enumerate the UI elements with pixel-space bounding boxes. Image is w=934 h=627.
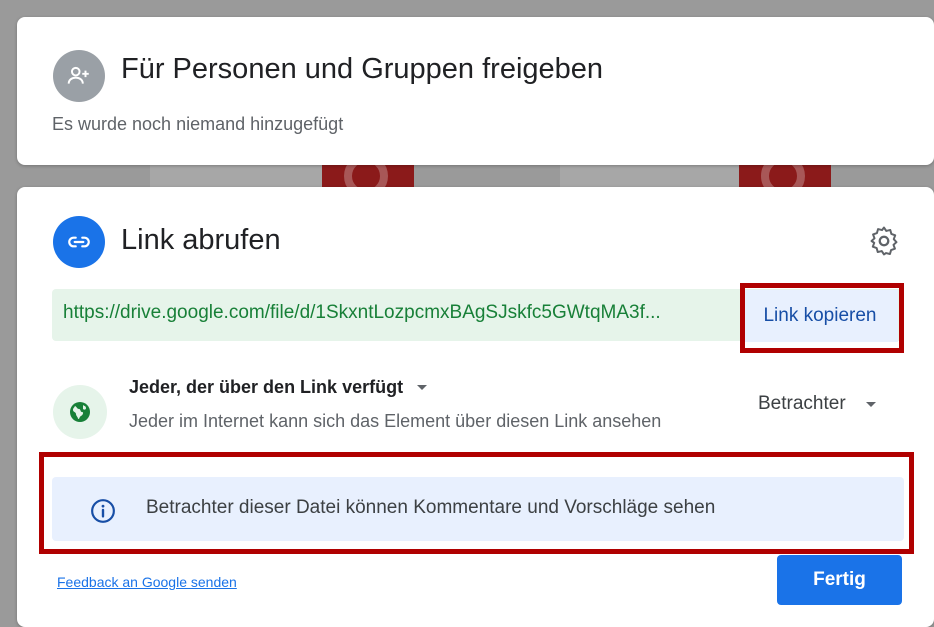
link-icon xyxy=(53,216,105,268)
globe-icon xyxy=(53,385,107,439)
gear-icon[interactable] xyxy=(867,224,901,258)
done-button[interactable]: Fertig xyxy=(777,555,902,605)
share-subtitle: Es wurde noch niemand hinzugefügt xyxy=(52,114,344,134)
info-icon xyxy=(91,499,115,523)
link-access-label: Jeder, der über den Link verfügt xyxy=(129,377,404,397)
link-access-description: Jeder im Internet kann sich das Element … xyxy=(129,411,662,431)
share-people-card[interactable]: Für Personen und Gruppen freigeben Es wu… xyxy=(17,17,934,165)
role-label: Betrachter xyxy=(758,393,846,414)
share-title: Für Personen und Gruppen freigeben xyxy=(121,53,604,85)
info-banner: Betrachter dieser Datei können Kommentar… xyxy=(52,477,904,541)
get-link-card: Link abrufen https://drive.google.com/fi… xyxy=(17,187,934,627)
link-access-dropdown[interactable]: Jeder, der über den Link verfügt xyxy=(129,377,428,398)
role-dropdown[interactable]: Betrachter xyxy=(758,393,876,415)
chevron-down-icon xyxy=(865,401,876,407)
get-link-title: Link abrufen xyxy=(121,224,281,256)
chevron-down-icon xyxy=(417,385,428,390)
info-text: Betrachter dieser Datei können Kommentar… xyxy=(146,497,716,518)
person-add-icon xyxy=(53,50,105,102)
copy-link-button[interactable]: Link kopieren xyxy=(742,290,898,342)
link-url-text[interactable]: https://drive.google.com/file/d/1SkxntLo… xyxy=(63,302,731,324)
feedback-link[interactable]: Feedback an Google senden xyxy=(57,574,237,590)
